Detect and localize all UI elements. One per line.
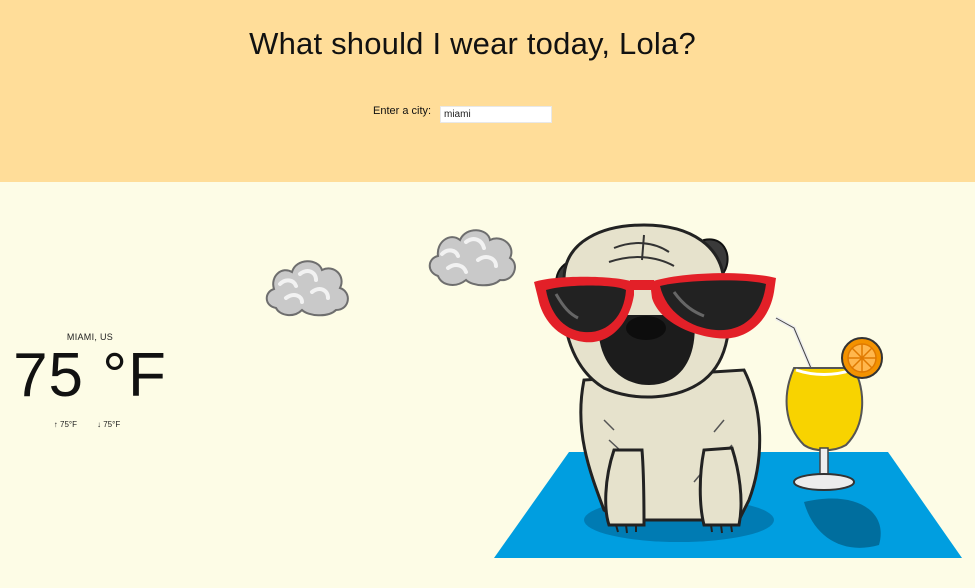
page-title: What should I wear today, Lola? <box>249 26 696 61</box>
arrow-up-icon: ↑ <box>53 420 58 429</box>
city-input[interactable] <box>440 106 552 123</box>
low-temp-value: 75°F <box>103 420 121 429</box>
current-temperature: 75 °F <box>13 341 167 410</box>
arrow-down-icon: ↓ <box>97 420 101 429</box>
high-temp-value: 75°F <box>60 420 77 429</box>
temp-range: ↑ 75°F ↓ 75°F <box>10 420 170 429</box>
beach-scene <box>494 223 962 558</box>
high-temp: ↑ 75°F <box>54 420 77 429</box>
weather-panel: MIAMI, US 75 °F ↑ 75°F ↓ 75°F <box>10 332 170 429</box>
city-label: Enter a city: <box>373 105 432 117</box>
header: What should I wear today, Lola? Enter a … <box>0 0 975 182</box>
low-temp: ↓ 75°F <box>97 420 120 429</box>
cloud-icon <box>265 260 349 317</box>
